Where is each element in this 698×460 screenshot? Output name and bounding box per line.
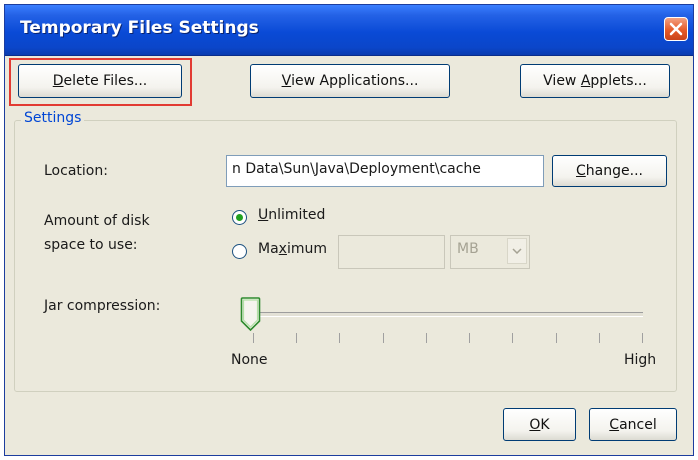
maximum-size-field[interactable]: [338, 235, 445, 269]
title-bar[interactable]: Temporary Files Settings: [5, 5, 693, 56]
slider-tick: [383, 333, 384, 343]
disk-space-label-line2: space to use:: [44, 237, 138, 253]
ok-button[interactable]: OK: [503, 408, 576, 441]
slider-tick: [512, 333, 513, 343]
chevron-down-icon[interactable]: [507, 238, 527, 264]
settings-group-label: Settings: [21, 110, 85, 126]
jar-compression-slider-thumb[interactable]: [240, 297, 261, 332]
slider-tick: [556, 333, 557, 343]
unit-select[interactable]: MB: [450, 235, 530, 269]
jar-compression-slider-track[interactable]: [250, 312, 643, 317]
disk-space-label-line1: Amount of disk: [44, 213, 150, 229]
slider-tick: [642, 333, 643, 343]
delete-files-button[interactable]: Delete Files...: [18, 64, 182, 98]
maximum-label[interactable]: Maximum: [258, 241, 327, 257]
slider-tick: [469, 333, 470, 343]
close-icon: [669, 22, 683, 36]
slider-tick: [296, 333, 297, 343]
unlimited-radio[interactable]: [232, 210, 247, 225]
slider-tick: [426, 333, 427, 343]
jar-compression-label: Jar compression:: [44, 298, 161, 314]
window-title: Temporary Files Settings: [20, 18, 259, 38]
slider-tick: [253, 333, 254, 343]
slider-min-label: None: [231, 352, 268, 368]
location-value: n Data\Sun\Java\Deployment\cache: [232, 161, 481, 177]
change-button[interactable]: Change...: [552, 155, 667, 187]
slider-max-label: High: [624, 352, 657, 368]
slider-tick: [599, 333, 600, 343]
unit-select-value: MB: [457, 241, 479, 257]
cancel-button[interactable]: Cancel: [589, 408, 677, 441]
unlimited-label[interactable]: Unlimited: [258, 207, 325, 223]
view-applets-button[interactable]: View Applets...: [520, 64, 670, 98]
radio-selected-dot: [236, 214, 243, 221]
close-button[interactable]: [664, 17, 688, 41]
slider-tick: [339, 333, 340, 343]
view-applications-button[interactable]: View Applications...: [250, 64, 450, 98]
location-field[interactable]: n Data\Sun\Java\Deployment\cache: [226, 155, 544, 187]
maximum-radio[interactable]: [232, 244, 247, 259]
location-label: Location:: [44, 163, 108, 179]
